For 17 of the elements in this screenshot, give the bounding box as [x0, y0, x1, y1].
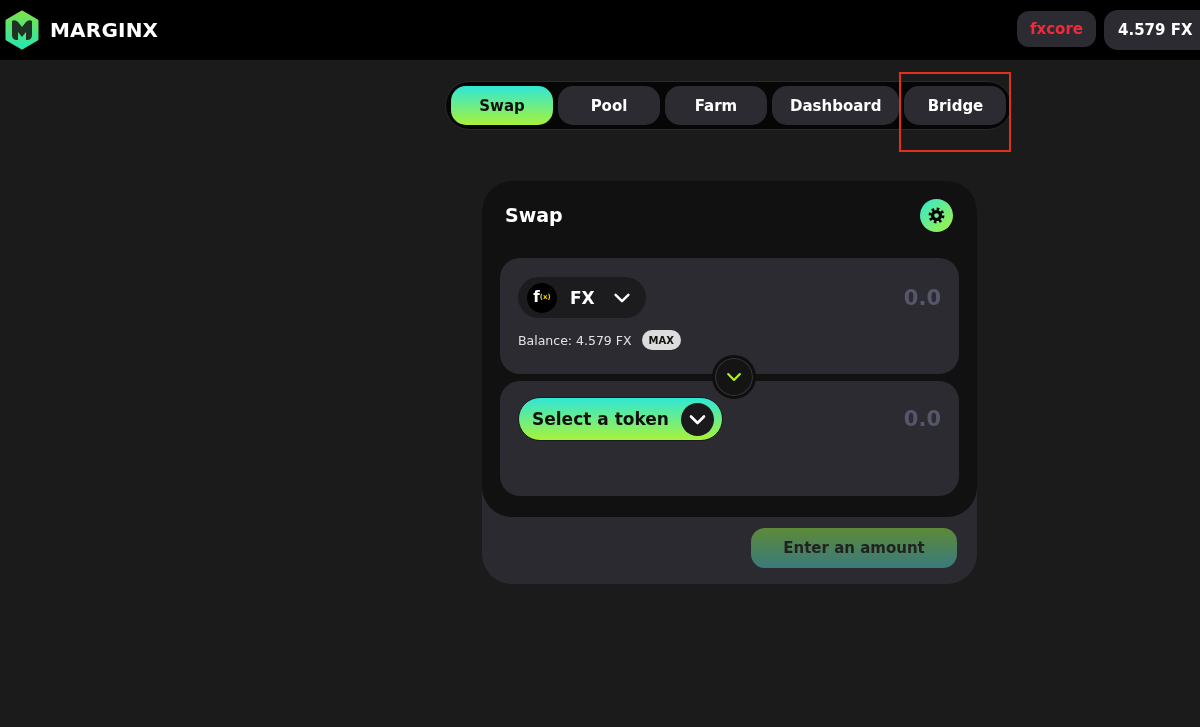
nav-tab[interactable]: Pool [558, 86, 660, 125]
card-title: Swap [505, 204, 563, 226]
brand-name: MARGINX [50, 18, 159, 42]
settings-button[interactable] [920, 198, 953, 232]
wallet-balance-button[interactable]: 4.579 FX [1104, 10, 1200, 50]
nav-tab[interactable]: Farm [665, 86, 767, 125]
nav-tab[interactable]: Bridge [904, 86, 1007, 125]
max-button[interactable]: MAX [641, 330, 681, 350]
nav-tab[interactable]: Swap [451, 86, 553, 125]
select-token-button[interactable]: Select a token [518, 397, 723, 441]
nav-tab[interactable]: Dashboard [772, 86, 900, 125]
hexagon-logo-icon [4, 10, 40, 50]
settings-icon [927, 205, 946, 225]
amount-field[interactable]: 0.0 [732, 404, 941, 434]
amount-field[interactable]: 0.0 [655, 282, 941, 313]
balance-text: Balance: 4.579 FX [518, 332, 632, 348]
chevron-down-circle-icon [680, 402, 714, 436]
